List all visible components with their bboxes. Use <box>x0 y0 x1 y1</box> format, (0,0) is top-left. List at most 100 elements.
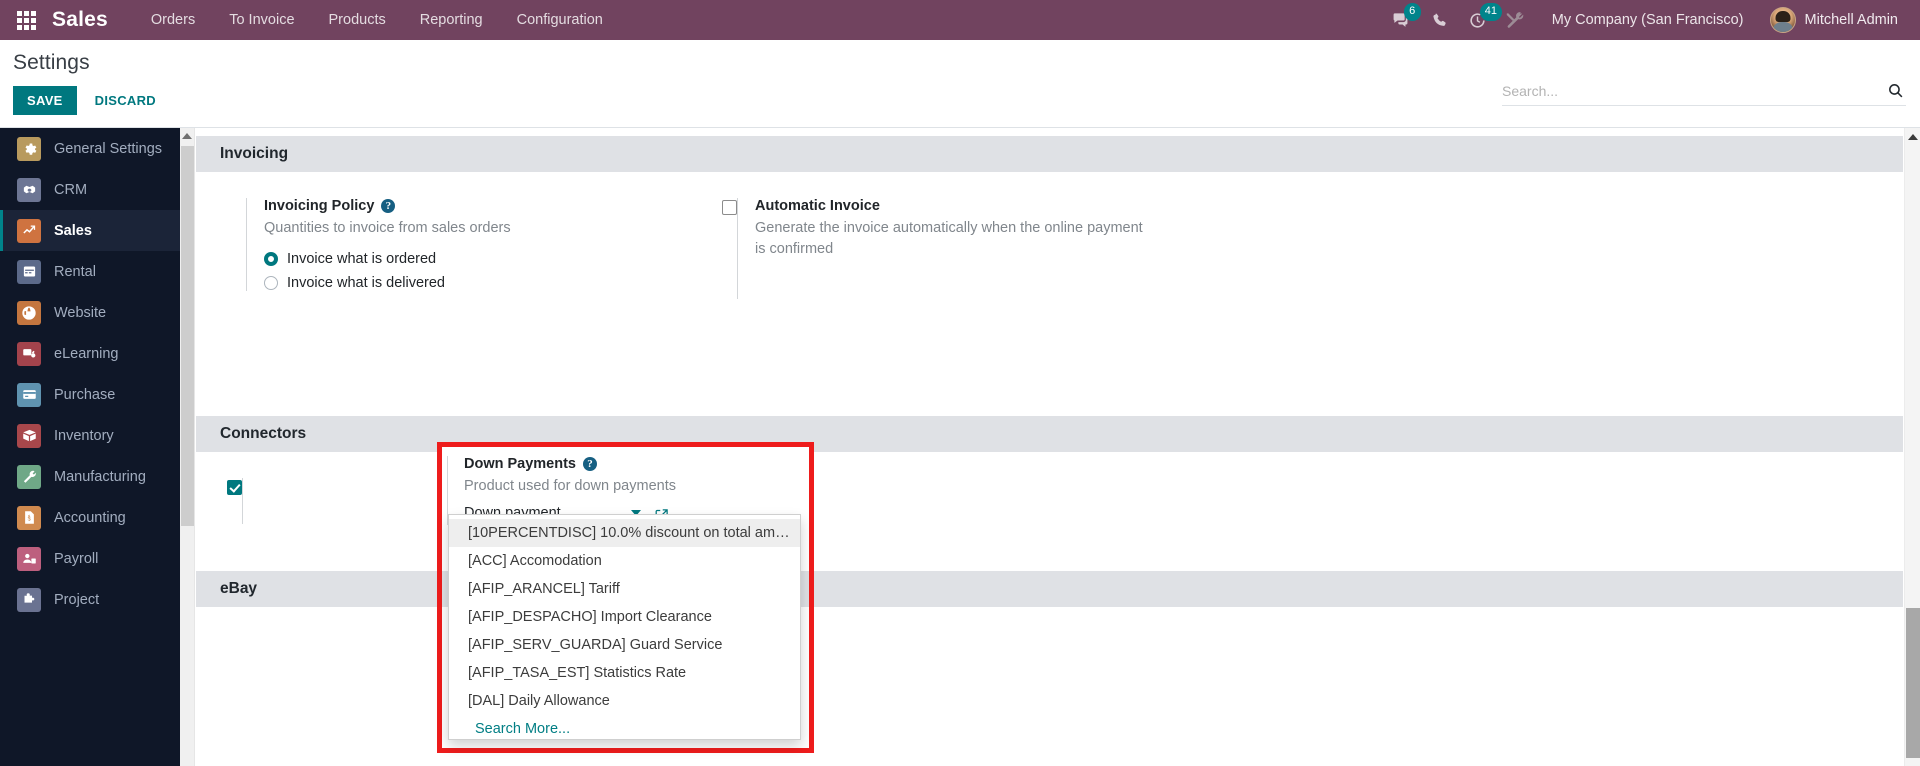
sidebar-item-elearning[interactable]: eLearning <box>0 333 180 374</box>
automatic-invoice-description: Generate the invoice automatically when … <box>755 220 1143 258</box>
radio-label: Invoice what is ordered <box>287 251 437 268</box>
dropdown-option[interactable]: [10PERCENTDISC] 10.0% discount on total … <box>449 519 800 547</box>
dropdown-option[interactable]: [AFIP_TASA_EST] Statistics Rate <box>449 659 800 687</box>
dropdown-option[interactable]: [ACC] Accomodation <box>449 547 800 575</box>
sidebar-item-manufacturing[interactable]: Manufacturing <box>0 456 180 497</box>
automatic-invoice-text: Automatic Invoice Generate the invoice a… <box>737 198 1145 300</box>
sidebar-item-crm[interactable]: CRM <box>0 169 180 210</box>
dropdown-option[interactable]: [AFIP_DESPACHO] Import Clearance <box>449 603 800 631</box>
wrench-icon <box>17 464 41 489</box>
label-text: Invoicing Policy <box>264 198 375 214</box>
radio-button[interactable] <box>264 252 278 267</box>
phone-icon <box>1433 13 1446 26</box>
dropdown-option[interactable]: [AFIP_ARANCEL] Tariff <box>449 575 800 603</box>
content-right-scrollbar[interactable] <box>1904 128 1920 766</box>
connector-checkbox[interactable] <box>227 480 242 495</box>
navbar-right-group: 6 41 My Company (San Francisco) Mitchell… <box>1384 0 1920 40</box>
setting-invoicing-policy: Invoicing Policy ? Quantities to invoice… <box>196 198 691 299</box>
scroll-up-arrow-icon[interactable] <box>1907 134 1918 140</box>
nav-orders[interactable]: Orders <box>134 0 212 40</box>
invoicing-policy-description: Quantities to invoice from sales orders <box>264 220 511 236</box>
help-icon[interactable]: ? <box>583 457 597 471</box>
user-menu[interactable]: Mitchell Admin <box>1762 0 1902 40</box>
invoicing-policy-options: Invoice what is ordered Invoice what is … <box>264 251 691 291</box>
messages-badge: 6 <box>1403 3 1421 21</box>
help-icon[interactable]: ? <box>381 199 396 213</box>
section-title-invoicing: Invoicing <box>196 136 1903 172</box>
nav-to-invoice[interactable]: To Invoice <box>212 0 311 40</box>
sidebar-item-label: Manufacturing <box>54 468 146 485</box>
apps-menu-button[interactable] <box>0 0 52 40</box>
connector-checkbox-col <box>196 478 242 524</box>
search-view <box>1502 82 1906 106</box>
app-brand-sales[interactable]: Sales <box>52 8 108 32</box>
save-button[interactable]: SAVE <box>13 86 77 115</box>
setting-automatic-invoice: Automatic Invoice Generate the invoice a… <box>691 198 1251 300</box>
apps-grid-icon <box>16 10 36 30</box>
dropdown-option[interactable]: [DAL] Daily Allowance <box>449 687 800 715</box>
sidebar-item-project[interactable]: Project <box>0 579 180 620</box>
sidebar-item-rental[interactable]: Rental <box>0 251 180 292</box>
box-icon <box>17 423 41 448</box>
search-icon <box>1889 84 1903 98</box>
handshake-icon <box>17 177 41 202</box>
nav-configuration[interactable]: Configuration <box>500 0 620 40</box>
radio-button[interactable] <box>264 276 278 291</box>
radio-invoice-what-is-ordered[interactable]: Invoice what is ordered <box>264 251 691 267</box>
sidebar-item-general-settings[interactable]: General Settings <box>0 128 180 169</box>
radio-label: Invoice what is delivered <box>287 275 445 292</box>
sidebar-item-label: Accounting <box>54 509 126 526</box>
gear-icon <box>17 136 41 161</box>
scroll-thumb[interactable] <box>181 146 194 526</box>
sidebar-item-label: Sales <box>54 222 92 239</box>
sidebar-item-inventory[interactable]: Inventory <box>0 415 180 456</box>
puzzle-icon <box>17 587 41 612</box>
graduation-icon <box>17 341 41 366</box>
automatic-invoice-checkbox[interactable] <box>722 200 737 215</box>
company-selector[interactable]: My Company (San Francisco) <box>1536 0 1760 40</box>
automatic-invoice-label: Automatic Invoice <box>755 198 880 214</box>
employee-card-icon <box>17 546 41 571</box>
dropdown-option[interactable]: [AFIP_SERV_GUARDA] Guard Service <box>449 631 800 659</box>
content-left-scrollbar[interactable] <box>180 128 195 766</box>
wrench-screwdriver-icon <box>1507 11 1524 28</box>
invoicing-settings-row: Invoicing Policy ? Quantities to invoice… <box>196 172 1903 300</box>
page-title: Settings <box>13 51 90 74</box>
sidebar-item-accounting[interactable]: $ Accounting <box>0 497 180 538</box>
sidebar-item-sales[interactable]: Sales <box>0 210 180 251</box>
settings-content: Invoicing Invoicing Policy ? Quantities … <box>180 128 1920 766</box>
scroll-thumb[interactable] <box>1906 608 1920 758</box>
sidebar-item-label: CRM <box>54 181 88 198</box>
sidebar-item-label: General Settings <box>54 140 163 157</box>
sidebar-item-payroll[interactable]: Payroll <box>0 538 180 579</box>
setting-down-payments: Down Payments ? Product used for down pa… <box>438 443 812 526</box>
chart-line-icon <box>17 218 41 243</box>
sidebar-item-website[interactable]: Website <box>0 292 180 333</box>
sidebar-item-purchase[interactable]: Purchase <box>0 374 180 415</box>
settings-sidebar: General Settings CRM Sales Rental Websit <box>0 128 180 766</box>
radio-invoice-what-is-delivered[interactable]: Invoice what is delivered <box>264 275 691 291</box>
top-navbar: Sales Orders To Invoice Products Reporti… <box>0 0 1920 40</box>
down-payment-product-dropdown[interactable]: [10PERCENTDISC] 10.0% discount on total … <box>448 514 801 740</box>
invoicing-policy-label: Invoicing Policy ? <box>264 198 691 214</box>
label-text: Down Payments <box>464 456 576 472</box>
sidebar-item-label: Inventory <box>54 427 114 444</box>
activities-button[interactable]: 41 <box>1460 0 1502 40</box>
connector-text <box>242 478 260 524</box>
search-input[interactable] <box>1502 82 1885 99</box>
sidebar-item-label: Purchase <box>54 386 116 403</box>
invoicing-block: Invoicing Invoicing Policy ? Quantities … <box>196 128 1903 300</box>
discard-button[interactable]: DISCARD <box>83 86 168 115</box>
sidebar-item-label: Rental <box>54 263 96 280</box>
automatic-invoice-checkbox-col <box>691 198 737 299</box>
avatar <box>1769 7 1796 33</box>
scroll-up-arrow-icon[interactable] <box>182 133 192 139</box>
nav-products[interactable]: Products <box>312 0 403 40</box>
invoice-icon: $ <box>17 505 41 530</box>
nav-reporting[interactable]: Reporting <box>403 0 500 40</box>
developer-tools-button[interactable] <box>1498 0 1534 40</box>
dropdown-search-more[interactable]: Search More... <box>449 715 800 739</box>
search-button[interactable] <box>1885 82 1906 99</box>
phone-button[interactable] <box>1422 0 1458 40</box>
messages-button[interactable]: 6 <box>1384 0 1421 40</box>
